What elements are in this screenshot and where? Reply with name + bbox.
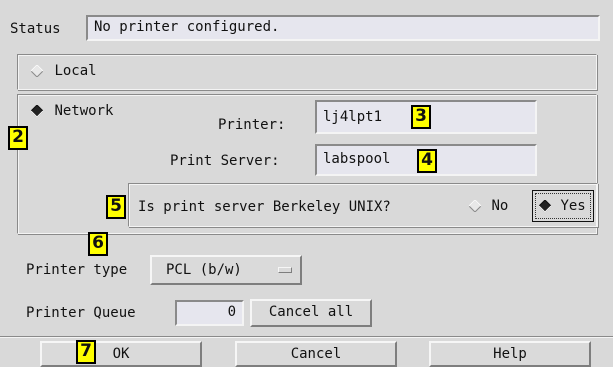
ok-button[interactable]: OK xyxy=(40,341,202,367)
local-radio[interactable]: Local xyxy=(31,63,97,79)
local-label: Local xyxy=(54,63,97,79)
status-label: Status xyxy=(10,21,61,37)
print-server-value: labspool xyxy=(323,151,391,167)
printer-type-select[interactable]: PCL (b/w) xyxy=(150,255,302,285)
radio-unselected-icon xyxy=(469,200,481,212)
help-label: Help xyxy=(493,346,527,362)
radio-selected-icon xyxy=(31,105,43,117)
berkeley-no-label: No xyxy=(491,198,509,214)
print-server-label: Print Server: xyxy=(170,153,280,169)
status-field: No printer configured. xyxy=(86,15,600,41)
printer-value: lj4lpt1 xyxy=(323,109,383,125)
radio-unselected-icon xyxy=(31,65,43,77)
cancel-button[interactable]: Cancel xyxy=(235,341,397,367)
network-radio[interactable]: Network xyxy=(31,103,113,119)
printer-queue-count: 0 xyxy=(175,300,244,326)
bottom-separator xyxy=(0,336,613,338)
berkeley-question: Is print server Berkeley UNIX? xyxy=(138,199,391,215)
printer-type-label: Printer type xyxy=(26,262,128,278)
ok-label: OK xyxy=(112,346,130,362)
radio-selected-icon xyxy=(539,200,551,212)
berkeley-no-radio[interactable]: No xyxy=(469,198,508,214)
cancel-all-button[interactable]: Cancel all xyxy=(250,299,372,327)
printer-queue-count-value: 0 xyxy=(227,304,236,320)
badge-3: 3 xyxy=(411,105,431,129)
cancel-label: Cancel xyxy=(290,346,342,362)
printer-queue-label: Printer Queue xyxy=(26,305,136,321)
local-group xyxy=(17,54,597,90)
network-label: Network xyxy=(54,103,114,119)
status-value: No printer configured. xyxy=(94,19,280,35)
option-menu-indicator-icon xyxy=(278,267,292,273)
printer-label: Printer: xyxy=(218,117,286,133)
badge-2: 2 xyxy=(8,126,28,150)
badge-7: 7 xyxy=(76,340,96,364)
berkeley-yes-label: Yes xyxy=(560,198,586,214)
badge-6: 6 xyxy=(88,232,108,256)
berkeley-yes-radio[interactable]: Yes xyxy=(532,190,594,222)
printer-type-value: PCL (b/w) xyxy=(166,262,242,278)
badge-4: 4 xyxy=(417,149,437,173)
badge-5: 5 xyxy=(106,195,126,219)
help-button[interactable]: Help xyxy=(429,341,591,367)
cancel-all-label: Cancel all xyxy=(268,304,354,320)
